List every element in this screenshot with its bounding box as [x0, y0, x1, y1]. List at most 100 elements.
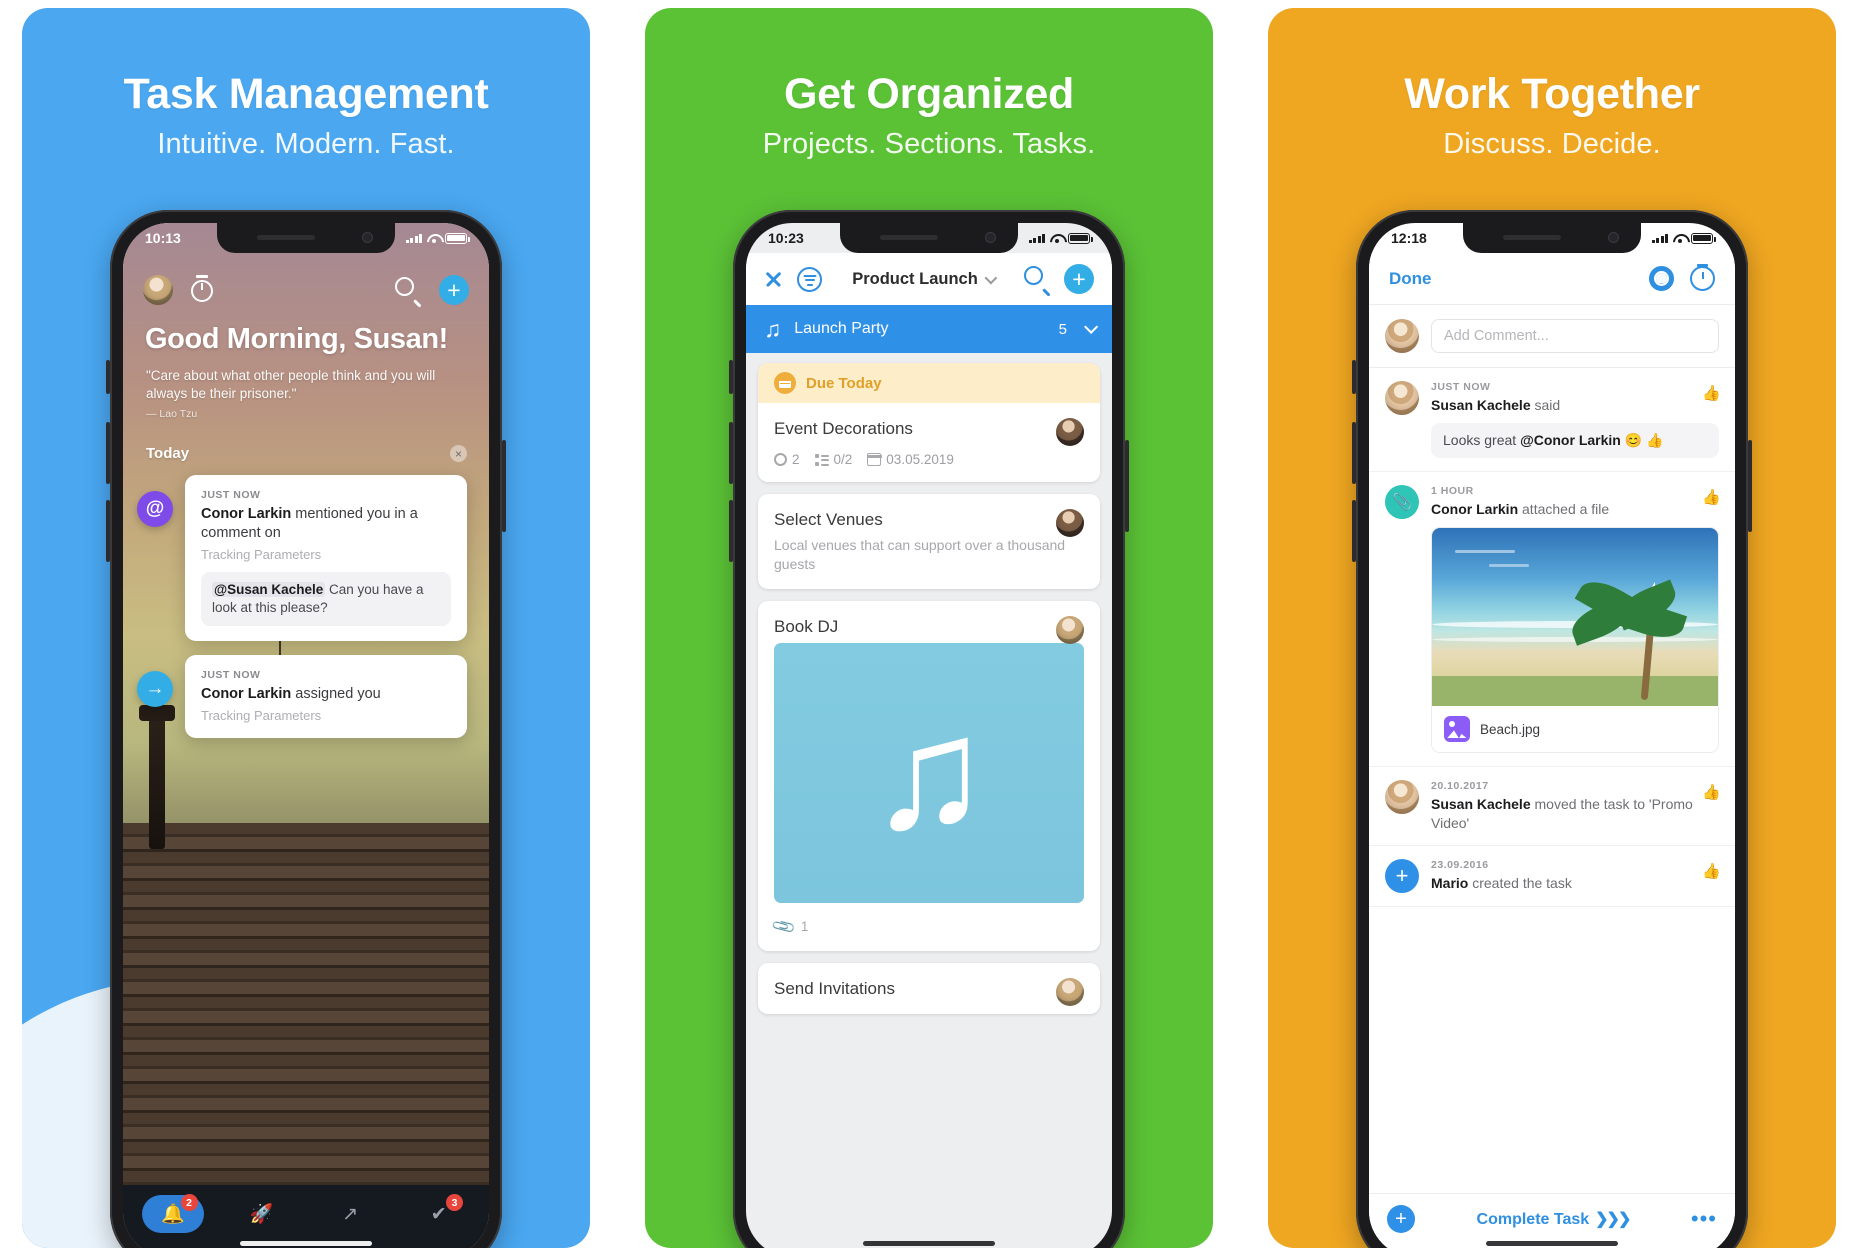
notification-card[interactable]: → JUST NOW Conor Larkin assigned you Tra…: [137, 655, 467, 738]
attachment-meta: 📎 1: [758, 903, 1100, 951]
activity-item-move[interactable]: 20.10.2017 Susan Kachele moved the task …: [1369, 767, 1735, 846]
file-name: Beach.jpg: [1480, 721, 1541, 737]
volume-up-button[interactable]: [729, 422, 733, 484]
activity-timestamp: 23.09.2016: [1431, 858, 1489, 871]
volume-down-button[interactable]: [106, 500, 110, 562]
panel-headline: Work Together: [1404, 70, 1700, 118]
page-title[interactable]: Product Launch: [836, 270, 1010, 289]
volume-up-button[interactable]: [1352, 422, 1356, 484]
bubble-suffix: 😊 👍: [1620, 432, 1664, 449]
activity-actor: Mario: [1431, 874, 1469, 891]
task-card[interactable]: Select Venues Local venues that can supp…: [758, 494, 1100, 589]
thumbs-up-icon[interactable]: 👍: [1702, 384, 1721, 402]
section-header-launch-party[interactable]: ♫ Launch Party 5: [746, 305, 1112, 353]
cellular-signal-icon: [1028, 233, 1045, 243]
comment-input[interactable]: Add Comment...: [1431, 319, 1719, 353]
volume-down-button[interactable]: [729, 500, 733, 562]
greeting-title: Good Morning, Susan!: [145, 323, 448, 355]
chevron-down-icon[interactable]: [1084, 319, 1099, 334]
file-row: Beach.jpg: [1432, 706, 1718, 753]
phone-notch: [1463, 223, 1641, 253]
avatar[interactable]: [1056, 615, 1084, 644]
battery-icon: [445, 232, 470, 244]
attached-file-card[interactable]: Beach.jpg: [1431, 527, 1719, 754]
tab-reports[interactable]: ↗: [306, 1195, 395, 1233]
power-button[interactable]: [502, 440, 506, 532]
power-button[interactable]: [1125, 440, 1129, 532]
info-icon[interactable]: [1690, 264, 1715, 291]
tab-tasks[interactable]: ✔ 3: [395, 1194, 484, 1233]
activity-text: Susan Kachele moved the task to 'Promo V…: [1431, 795, 1719, 831]
avatar[interactable]: [143, 275, 173, 305]
notification-timestamp: JUST NOW: [201, 489, 261, 501]
add-icon[interactable]: +: [1064, 264, 1094, 294]
task-description: Local venues that can support over a tho…: [774, 537, 1066, 572]
activity-navigation-bar: Done: [1369, 253, 1735, 305]
mute-switch[interactable]: [106, 360, 110, 394]
thumbs-up-icon[interactable]: 👍: [1702, 488, 1721, 506]
thumbs-up-icon[interactable]: 👍: [1702, 783, 1721, 801]
plus-icon: +: [1385, 858, 1419, 893]
done-button[interactable]: Done: [1389, 269, 1432, 289]
phone-mockup-3: 12:18 Done Add Comment... JUST NOW Susan…: [1352, 210, 1752, 1248]
cellular-signal-icon: [405, 233, 422, 243]
chevron-right-triple-icon: ❯❯❯: [1595, 1210, 1631, 1228]
avatar[interactable]: [1056, 418, 1084, 446]
close-icon[interactable]: ×: [450, 445, 467, 462]
watch-icon[interactable]: [1649, 266, 1674, 291]
activity-item-attachment[interactable]: 📎 1 HOUR Conor Larkin attached a file Be…: [1369, 472, 1735, 768]
subtask-count: 0/2: [833, 452, 853, 467]
task-card[interactable]: Due Today Event Decorations 2 0/2 03.05.…: [758, 363, 1100, 482]
tab-notifications[interactable]: 🔔 2: [129, 1194, 218, 1233]
filter-icon[interactable]: [797, 266, 822, 292]
close-icon[interactable]: [764, 270, 783, 289]
search-icon[interactable]: [395, 277, 421, 303]
phone-mockup-2: 10:23 Product Launch + ♫ Launch Party 5 …: [729, 210, 1129, 1248]
avatar[interactable]: [1056, 509, 1084, 537]
avatar: [1385, 319, 1419, 353]
activity-action: created the task: [1472, 874, 1572, 891]
add-comment-row[interactable]: Add Comment...: [1369, 305, 1735, 368]
notification-subject: Tracking Parameters: [201, 707, 322, 723]
home-indicator[interactable]: [863, 1241, 995, 1246]
notification-body: Conor Larkin mentioned you in a comment …: [201, 505, 451, 543]
thumbs-up-icon[interactable]: 👍: [1702, 862, 1721, 880]
activity-item-create[interactable]: + 23.09.2016 Mario created the task 👍: [1369, 846, 1735, 907]
activity-feed[interactable]: Add Comment... JUST NOW Susan Kachele sa…: [1369, 305, 1735, 1193]
task-list[interactable]: Due Today Event Decorations 2 0/2 03.05.…: [746, 353, 1112, 1248]
volume-down-button[interactable]: [1352, 500, 1356, 562]
timer-icon[interactable]: [191, 277, 217, 303]
notification-actor: Conor Larkin: [201, 506, 292, 522]
volume-up-button[interactable]: [106, 422, 110, 484]
phone-mockup-1: 10:13 + Good Morning, Susan! "Care about: [106, 210, 506, 1248]
power-button[interactable]: [1748, 440, 1752, 532]
notification-body: Conor Larkin assigned you: [201, 685, 451, 704]
home-indicator[interactable]: [240, 1241, 372, 1246]
panel-headline: Task Management: [123, 70, 489, 118]
task-attachment-preview[interactable]: ♫: [774, 642, 1084, 903]
tab-projects[interactable]: 🚀: [218, 1195, 307, 1233]
task-card[interactable]: Book DJ ♫ 📎 1: [758, 600, 1100, 951]
task-card[interactable]: Send Invitations: [758, 962, 1100, 1014]
status-time: 10:23: [768, 230, 804, 246]
image-file-icon: [1444, 716, 1470, 743]
paperclip-icon: 📎: [771, 914, 798, 940]
home-indicator[interactable]: [1486, 1241, 1618, 1246]
avatar[interactable]: [1056, 977, 1084, 1006]
dashboard-toolbar: +: [123, 267, 489, 313]
activity-text: Conor Larkin attached a file: [1431, 500, 1719, 518]
complete-task-button[interactable]: Complete Task ❯❯❯: [1429, 1209, 1677, 1229]
avatar: [1385, 780, 1419, 815]
mute-switch[interactable]: [1352, 360, 1356, 394]
task-title: Select Venues: [774, 510, 883, 529]
paperclip-icon: 📎: [1385, 485, 1419, 520]
wifi-icon: [1050, 233, 1063, 243]
search-icon[interactable]: [1024, 266, 1050, 292]
add-icon[interactable]: +: [1387, 1204, 1415, 1233]
mute-switch[interactable]: [729, 360, 733, 394]
add-icon[interactable]: +: [439, 275, 469, 305]
notification-card[interactable]: @ JUST NOW Conor Larkin mentioned you in…: [137, 475, 467, 642]
calendar-icon: [774, 372, 796, 394]
activity-action: said: [1534, 397, 1561, 413]
activity-item-comment[interactable]: JUST NOW Susan Kachele said Looks great …: [1369, 368, 1735, 473]
